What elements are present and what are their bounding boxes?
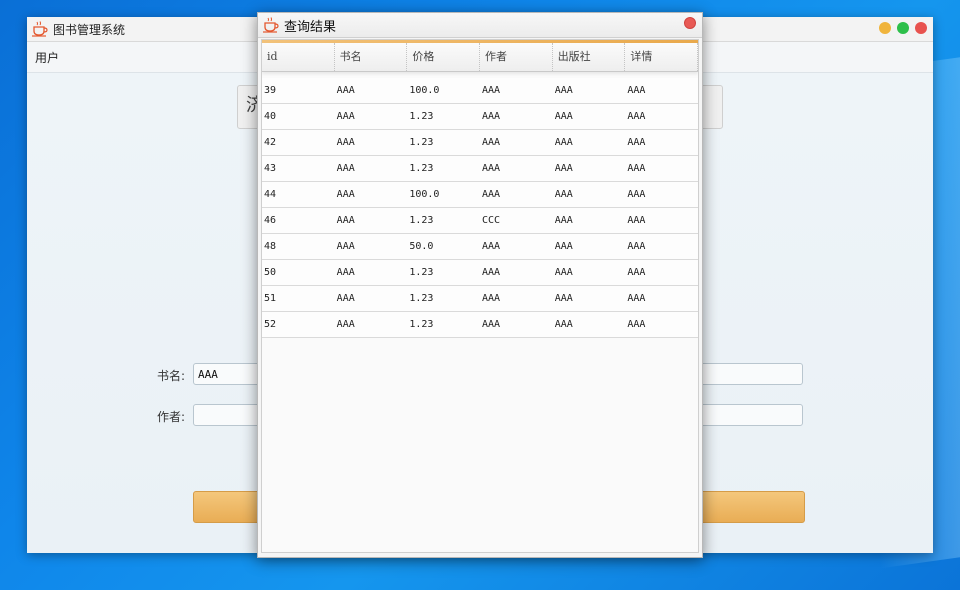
column-header-book-name[interactable]: 书名 — [335, 43, 408, 71]
cell-publisher: AAA — [554, 137, 573, 148]
cell-id: 52 — [264, 319, 277, 330]
cell-author: AAA — [482, 163, 501, 174]
dialog-close-button[interactable] — [684, 17, 696, 29]
cell-price: 1.23 — [409, 319, 434, 330]
table-header: id 书名 价格 作者 出版社 详情 — [262, 43, 698, 72]
column-header-author[interactable]: 作者 — [480, 43, 553, 71]
cell-publisher: AAA — [554, 319, 573, 330]
cell-price: 50.0 — [409, 241, 434, 252]
cell-author: AAA — [482, 267, 501, 278]
cell-author: AAA — [482, 241, 501, 252]
cell-publisher: AAA — [554, 241, 573, 252]
table-row[interactable]: 39 AAA 100.0 AAA AAA AAA — [262, 78, 698, 104]
cell-details: AAA — [627, 85, 646, 96]
cell-details: AAA — [627, 111, 646, 122]
cell-id: 46 — [264, 215, 277, 226]
table-row[interactable]: 46 AAA 1.23 CCC AAA AAA — [262, 208, 698, 234]
table-row[interactable]: 43 AAA 1.23 AAA AAA AAA — [262, 156, 698, 182]
cell-publisher: AAA — [554, 215, 573, 226]
cell-price: 100.0 — [409, 189, 440, 200]
maximize-button[interactable] — [897, 22, 909, 34]
cell-id: 50 — [264, 267, 277, 278]
cell-details: AAA — [627, 319, 646, 330]
cell-publisher: AAA — [554, 163, 573, 174]
main-window-title: 图书管理系统 — [53, 22, 126, 37]
query-result-dialog: 查询结果 id 书名 价格 作者 出版社 详情 39 AAA 100.0 AAA… — [257, 12, 703, 558]
cell-author: AAA — [482, 319, 501, 330]
table-row[interactable]: 52 AAA 1.23 AAA AAA AAA — [262, 312, 698, 338]
cell-details: AAA — [627, 189, 646, 200]
cell-book-name: AAA — [336, 319, 355, 330]
cell-id: 42 — [264, 137, 277, 148]
cell-publisher: AAA — [554, 111, 573, 122]
cell-author: AAA — [482, 111, 501, 122]
cell-book-name: AAA — [336, 241, 355, 252]
cell-author: AAA — [482, 85, 501, 96]
cell-price: 1.23 — [409, 293, 434, 304]
cell-author: AAA — [482, 137, 501, 148]
table-row[interactable]: 40 AAA 1.23 AAA AAA AAA — [262, 104, 698, 130]
column-header-publisher[interactable]: 出版社 — [553, 43, 626, 71]
cell-publisher: AAA — [554, 189, 573, 200]
cell-book-name: AAA — [336, 163, 355, 174]
cell-price: 1.23 — [409, 215, 434, 226]
cell-id: 51 — [264, 293, 277, 304]
cell-price: 1.23 — [409, 137, 434, 148]
book-name-label: 书名: — [157, 369, 186, 383]
cell-id: 40 — [264, 111, 277, 122]
table-body: 39 AAA 100.0 AAA AAA AAA 40 AAA 1.23 AAA… — [262, 78, 698, 338]
cell-id: 48 — [264, 241, 277, 252]
cell-author: AAA — [482, 293, 501, 304]
cell-id: 43 — [264, 163, 277, 174]
minimize-button[interactable] — [879, 22, 891, 34]
cell-book-name: AAA — [336, 137, 355, 148]
coffee-cup-icon — [32, 21, 48, 37]
cell-book-name: AAA — [336, 189, 355, 200]
cell-details: AAA — [627, 163, 646, 174]
column-header-price[interactable]: 价格 — [407, 43, 481, 71]
cell-price: 1.23 — [409, 163, 434, 174]
cell-details: AAA — [627, 137, 646, 148]
cell-book-name: AAA — [336, 215, 355, 226]
coffee-cup-icon — [263, 17, 279, 33]
cell-book-name: AAA — [336, 85, 355, 96]
cell-book-name: AAA — [336, 111, 355, 122]
table-row[interactable]: 44 AAA 100.0 AAA AAA AAA — [262, 182, 698, 208]
cell-book-name: AAA — [336, 267, 355, 278]
dialog-title: 查询结果 — [284, 19, 337, 35]
dialog-titlebar[interactable]: 查询结果 — [258, 13, 702, 38]
cell-publisher: AAA — [554, 85, 573, 96]
cell-price: 1.23 — [409, 267, 434, 278]
window-controls — [879, 22, 927, 34]
cell-publisher: AAA — [554, 267, 573, 278]
cell-book-name: AAA — [336, 293, 355, 304]
cell-details: AAA — [627, 215, 646, 226]
column-header-id[interactable]: id — [262, 43, 335, 71]
column-header-details[interactable]: 详情 — [625, 43, 698, 71]
cell-details: AAA — [627, 241, 646, 252]
cell-author: CCC — [482, 215, 501, 226]
table-row[interactable]: 48 AAA 50.0 AAA AAA AAA — [262, 234, 698, 260]
table-row[interactable]: 42 AAA 1.23 AAA AAA AAA — [262, 130, 698, 156]
cell-price: 1.23 — [409, 111, 434, 122]
close-button[interactable] — [915, 22, 927, 34]
table-row[interactable]: 50 AAA 1.23 AAA AAA AAA — [262, 260, 698, 286]
cell-details: AAA — [627, 267, 646, 278]
author-label: 作者: — [157, 410, 186, 424]
cell-publisher: AAA — [554, 293, 573, 304]
cell-details: AAA — [627, 293, 646, 304]
desktop-background: 图书管理系统 用户 济 出 书名: AAA 作者: — [0, 0, 960, 590]
cell-id: 39 — [264, 85, 277, 96]
cell-price: 100.0 — [409, 85, 440, 96]
cell-id: 44 — [264, 189, 277, 200]
menu-item-user[interactable]: 用户 — [35, 47, 59, 68]
cell-author: AAA — [482, 189, 501, 200]
table-row[interactable]: 51 AAA 1.23 AAA AAA AAA — [262, 286, 698, 312]
result-table-container: id 书名 价格 作者 出版社 详情 39 AAA 100.0 AAA AAA … — [261, 39, 699, 553]
